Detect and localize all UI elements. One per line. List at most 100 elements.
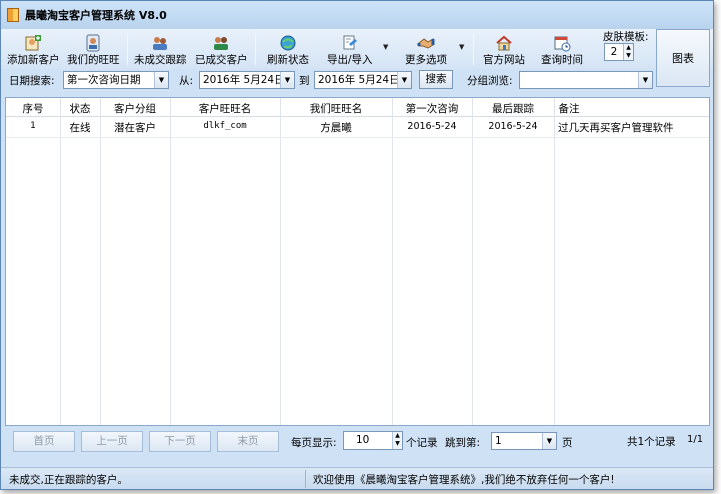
cell-note: 过几天再买客户管理软件 [558, 122, 674, 134]
add-customer-label: 添加新客户 [7, 54, 60, 66]
page-suffix: 页 [562, 437, 573, 449]
column-divider [472, 98, 473, 425]
next-page-button[interactable]: 下一页 [149, 431, 211, 452]
status-right-text: 欢迎使用《晨曦淘宝客户管理系统》,我们绝不放弃任何一个客户! [313, 474, 615, 486]
closed-customers-label: 已成交客户 [195, 54, 248, 66]
from-label: 从: [179, 75, 194, 87]
date-field-value: 第一次咨询日期 [67, 74, 141, 86]
status-divider [305, 470, 306, 488]
filter-bar: 日期搜索: 第一次咨询日期 ▼ 从: 2016年 5月24日 ▼ 到 2016年… [1, 69, 713, 93]
per-page-suffix: 个记录 [406, 437, 438, 449]
pending-follow-button[interactable]: 未成交跟踪 [134, 31, 187, 67]
add-customer-button[interactable]: 添加新客户 [7, 31, 60, 67]
status-left-text: 未成交,正在跟踪的客户。 [9, 474, 128, 486]
page-indicator: 1/1 [687, 434, 704, 445]
closed-customers-button[interactable]: 已成交客户 [195, 31, 248, 67]
search-button[interactable]: 搜索 [419, 70, 453, 89]
app-window: 晨曦淘宝客户管理系统 V8.0 添加新客户 我们的旺旺 未成交跟踪 已成交客户 … [0, 0, 714, 490]
export-import-dropdown-icon[interactable]: ▼ [383, 43, 388, 51]
closed-customers-icon [214, 37, 229, 50]
cell-our-wangwang: 方晨曦 [320, 122, 352, 134]
stepper-arrows-icon[interactable]: ▲ ▼ [392, 432, 402, 449]
official-site-label: 官方网站 [483, 54, 525, 66]
toolbar-separator [473, 33, 474, 65]
handshake-icon [417, 38, 435, 49]
skin-template-label: 皮肤模板: [603, 31, 649, 43]
date-search-label: 日期搜索: [9, 75, 55, 87]
add-customer-icon [25, 35, 42, 51]
table-row[interactable]: 1 在线 潜在客户 dlkf_com 方晨曦 2016-5-24 2016-5-… [6, 117, 709, 138]
cell-last-follow: 2016-5-24 [488, 121, 538, 132]
cell-customer-wangwang: dlkf_com [203, 121, 247, 131]
chevron-down-icon: ▼ [280, 72, 294, 88]
app-logo-icon [7, 8, 19, 22]
refresh-status-button[interactable]: 刷新状态 [267, 31, 309, 67]
skin-template-value: 2 [610, 46, 618, 58]
to-date-picker[interactable]: 2016年 5月24日 ▼ [314, 71, 412, 89]
chevron-down-icon: ▼ [397, 72, 411, 88]
group-browse-label: 分组浏览: [467, 75, 513, 87]
group-browse-select[interactable]: ▼ [519, 71, 653, 89]
home-icon [496, 35, 512, 51]
column-divider [170, 98, 171, 425]
column-header[interactable]: 客户分组 [100, 101, 170, 116]
status-bar: 未成交,正在跟踪的客户。 欢迎使用《晨曦淘宝客户管理系统》,我们绝不放弃任何一个… [1, 467, 713, 489]
table-header: 序号 状态 客户分组 客户旺旺名 我们旺旺名 第一次咨询 最后跟踪 备注 [6, 98, 709, 117]
column-header[interactable]: 客户旺旺名 [170, 101, 280, 116]
title-bar: 晨曦淘宝客户管理系统 V8.0 [1, 1, 713, 29]
column-header[interactable]: 备注 [554, 101, 584, 116]
more-options-button[interactable]: 更多选项 [405, 31, 447, 67]
prev-page-button[interactable]: 上一页 [81, 431, 143, 452]
toolbar-separator [127, 33, 128, 65]
column-divider [100, 98, 101, 425]
cell-group: 潜在客户 [114, 122, 156, 134]
refresh-globe-icon [280, 35, 296, 51]
stepper-arrows-icon[interactable]: ▲ ▼ [623, 44, 633, 60]
cell-status: 在线 [69, 122, 91, 134]
column-divider [392, 98, 393, 425]
toolbar-separator [255, 33, 256, 65]
column-header[interactable]: 状态 [60, 101, 100, 116]
chevron-down-icon: ▼ [154, 72, 168, 88]
query-time-label: 查询时间 [541, 54, 583, 66]
last-page-button[interactable]: 末页 [217, 431, 279, 452]
more-options-label: 更多选项 [405, 54, 447, 66]
customer-table[interactable]: 序号 状态 客户分组 客户旺旺名 我们旺旺名 第一次咨询 最后跟踪 备注 1 在… [5, 97, 710, 426]
query-time-button[interactable]: 查询时间 [541, 31, 583, 67]
more-options-dropdown-icon[interactable]: ▼ [459, 43, 464, 51]
our-wangwang-button[interactable]: 我们的旺旺 [67, 31, 120, 67]
jump-page-value: 1 [495, 435, 502, 447]
per-page-stepper[interactable]: 10 ▲ ▼ [343, 431, 403, 450]
per-page-label: 每页显示: [291, 437, 337, 449]
column-header[interactable]: 我们旺旺名 [280, 101, 392, 116]
column-header[interactable]: 序号 [6, 101, 60, 116]
chart-button-label: 图表 [672, 52, 694, 65]
customers-group-icon [153, 37, 168, 50]
pager: 首页 上一页 下一页 末页 每页显示: 10 ▲ ▼ 个记录 跳到第: 1 ▼ 页… [1, 429, 713, 455]
cell-first-consult: 2016-5-24 [407, 121, 457, 132]
our-wangwang-label: 我们的旺旺 [67, 54, 120, 66]
chevron-down-icon: ▼ [638, 72, 652, 88]
export-import-label: 导出/导入 [327, 54, 373, 66]
column-header[interactable]: 最后跟踪 [472, 101, 554, 116]
pending-follow-label: 未成交跟踪 [134, 54, 187, 66]
first-page-button[interactable]: 首页 [13, 431, 75, 452]
per-page-value: 10 [356, 434, 370, 446]
skin-template-stepper[interactable]: 2 ▲ ▼ [604, 43, 634, 61]
from-date-picker[interactable]: 2016年 5月24日 ▼ [199, 71, 295, 89]
to-label: 到 [299, 75, 310, 87]
export-import-icon [343, 35, 357, 50]
total-records: 共1个记录 [627, 436, 676, 448]
toolbar: 添加新客户 我们的旺旺 未成交跟踪 已成交客户 刷新状态 导出/导入 ▼ 更多选… [1, 29, 713, 87]
official-site-button[interactable]: 官方网站 [483, 31, 525, 67]
jump-page-select[interactable]: 1 ▼ [491, 432, 557, 450]
column-divider [60, 98, 61, 425]
cell-index: 1 [30, 121, 36, 131]
user-profile-icon [86, 34, 100, 52]
chevron-down-icon: ▼ [542, 433, 556, 449]
date-field-select[interactable]: 第一次咨询日期 ▼ [63, 71, 169, 89]
export-import-button[interactable]: 导出/导入 [327, 31, 373, 67]
column-divider [280, 98, 281, 425]
column-header[interactable]: 第一次咨询 [392, 101, 472, 116]
refresh-status-label: 刷新状态 [267, 54, 309, 66]
